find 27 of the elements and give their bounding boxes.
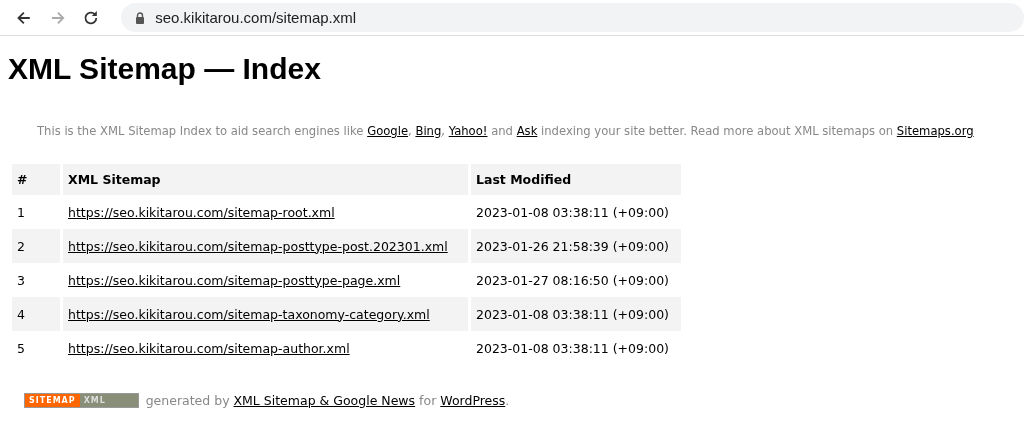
intro-text: This is the XML Sitemap Index to aid search engines like Google, Bing, Yahoo! and Ask indexing your site better. Read more about XML sitemaps on Sitemaps.org (37, 124, 974, 138)
column-header: # (12, 164, 60, 195)
link[interactable]: Google (367, 124, 409, 138)
row-number: 2 (12, 229, 60, 263)
sitemap-badge: SITEMAP XML (24, 393, 139, 408)
last-modified-cell-text: 2023-01-08 03:38:11 (+09:00) (475, 203, 670, 222)
column-header: XML Sitemap (63, 164, 468, 195)
link[interactable]: Ask (516, 124, 538, 138)
sitemap-link[interactable]: https://seo.kikitarou.com/sitemap-author.xml (68, 340, 350, 356)
generator-text: generated by XML Sitemap & Google News for WordPress. (144, 393, 510, 408)
page-title: XML Sitemap — Index (8, 52, 321, 86)
link[interactable]: Sitemaps.org (896, 124, 974, 138)
row-number: 3 (16, 271, 26, 290)
row-number: 1 (16, 203, 26, 222)
last-modified-cell-text: 2023-01-27 08:16:50 (+09:00) (475, 271, 670, 290)
address-bar[interactable]: seo.kikitarou.com/sitemap.xml (121, 3, 1024, 32)
last-modified-cell: 2023-01-08 03:38:11 (+09:00) (471, 297, 681, 331)
sitemap-link[interactable]: https://seo.kikitarou.com/sitemap-root.xml (68, 204, 335, 220)
sitemap-link[interactable]: https://seo.kikitarou.com/sitemap-posttype-page.xml (68, 272, 401, 288)
row-number: 4 (12, 297, 60, 331)
link[interactable]: XML Sitemap & Google News (233, 393, 416, 408)
last-modified-cell: 2023-01-26 21:58:39 (+09:00) (471, 229, 681, 263)
link[interactable]: Yahoo! (448, 124, 488, 138)
row-number: 5 (16, 339, 26, 358)
lock-icon (135, 11, 146, 24)
column-header: Last Modified (471, 164, 681, 195)
last-modified-cell-text: 2023-01-08 03:38:11 (+09:00) (475, 339, 670, 358)
